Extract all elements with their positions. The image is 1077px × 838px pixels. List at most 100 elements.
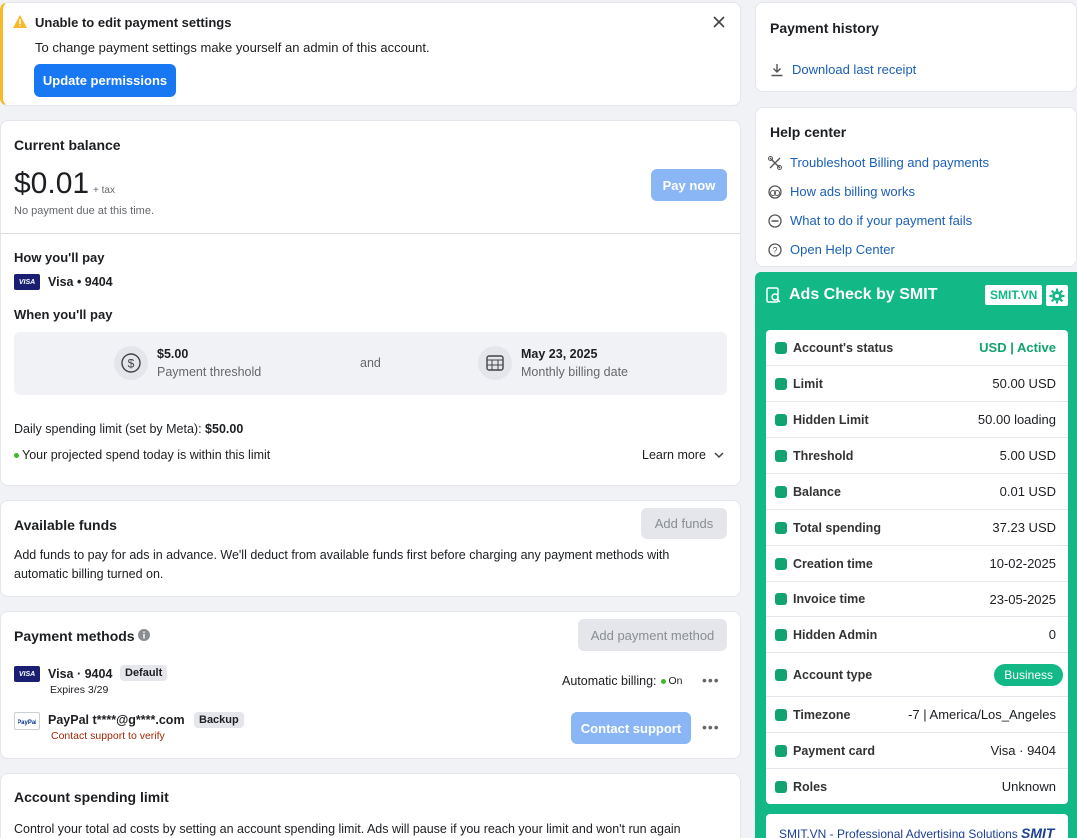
smit-footer-logo: SMIT: [1021, 825, 1055, 838]
smit-value: 0.01 USD: [999, 484, 1056, 499]
smit-row-hidden-limit: Hidden Limit 50.00 loading: [766, 402, 1068, 438]
learn-more-link[interactable]: Learn more: [642, 448, 724, 462]
paypal-more-menu[interactable]: •••: [702, 719, 720, 735]
visa-more-menu[interactable]: •••: [702, 672, 720, 688]
smit-ads-check-panel: Ads Check by SMIT SMIT.VN Account's stat…: [755, 272, 1077, 838]
smit-row-creation-time: Creation time 10-02-2025: [766, 546, 1068, 582]
smit-label: Balance: [793, 484, 841, 499]
smit-value: 23-05-2025: [989, 591, 1057, 607]
visa-method-name: Visa · 9404: [48, 667, 113, 681]
smit-footer-text: SMIT.VN - Professional Advertising Solut…: [779, 827, 1018, 838]
balance-icon: [775, 485, 787, 498]
smit-label: Total spending: [793, 520, 881, 535]
smit-value: 10-02-2025: [989, 556, 1057, 571]
close-icon[interactable]: [713, 16, 725, 28]
download-icon: [771, 63, 783, 76]
warning-banner: Unable to edit payment settings To chang…: [0, 2, 741, 106]
daily-limit-text: Daily spending limit (set by Meta): $50.…: [14, 422, 244, 436]
smit-label: Hidden Admin: [793, 627, 878, 642]
smit-row-limit: Limit 50.00 USD: [766, 366, 1068, 402]
settings-gear-icon[interactable]: [1046, 285, 1068, 306]
creation-time-icon: [775, 557, 787, 570]
chevron-down-icon: [714, 451, 724, 458]
account-type-icon: [775, 668, 787, 681]
status-dot: [14, 453, 19, 459]
update-permissions-button[interactable]: Update permissions: [34, 64, 176, 97]
account-spending-limit-card: Account spending limit Control your tota…: [0, 773, 741, 838]
timezone-icon: [775, 708, 787, 721]
smit-row-total-spending: Total spending 37.23 USD: [766, 510, 1068, 546]
roles-icon: [775, 780, 787, 793]
add-payment-method-button[interactable]: Add payment method: [578, 619, 727, 651]
smit-row-hidden-admin: Hidden Admin 0: [766, 617, 1068, 653]
pay-now-button[interactable]: Pay now: [651, 169, 727, 201]
minus-circle-icon: [768, 213, 782, 228]
balance-heading: Current balance: [14, 137, 121, 153]
billing-icon: [768, 184, 782, 199]
backup-badge: Backup: [194, 712, 244, 728]
help-item-billing[interactable]: How ads billing works: [768, 184, 915, 199]
smit-row-invoice-time: Invoice time 23-05-2025: [766, 582, 1068, 617]
smit-value: -7 | America/Los_Angeles: [908, 707, 1056, 722]
hidden-limit-icon: [775, 413, 787, 426]
smit-label: Creation time: [793, 556, 873, 571]
calendar-icon: [478, 346, 512, 380]
billing-date-value: May 23, 2025: [521, 347, 598, 361]
paypal-icon: PayPal: [14, 712, 40, 730]
smit-label: Limit: [793, 376, 823, 391]
payment-card-icon: [775, 744, 787, 757]
smit-value: 50.00 loading: [977, 412, 1056, 427]
payment-methods-heading: Payment methods: [14, 628, 135, 644]
balance-tax: + tax: [93, 185, 115, 196]
default-badge: Default: [120, 665, 168, 681]
smit-row-account-status: Account's status USD | Active: [766, 330, 1068, 366]
smit-value: USD | Active: [979, 340, 1056, 355]
contact-support-button[interactable]: Contact support: [571, 712, 691, 744]
smit-label: Roles: [793, 779, 828, 794]
smit-row-account-type: Account type Business: [766, 653, 1068, 697]
invoice-time-icon: [775, 593, 787, 605]
smit-row-timezone: Timezone -7 | America/Los_Angeles: [766, 697, 1068, 733]
svg-text:$: $: [128, 357, 135, 371]
funds-heading: Available funds: [14, 517, 117, 533]
warning-message: To change payment settings make yourself…: [35, 40, 430, 55]
smit-value: 5.00 USD: [999, 448, 1056, 463]
current-balance-card: Current balance $0.01 + tax No payment d…: [0, 120, 741, 486]
funds-description: Add funds to pay for ads in advance. We'…: [14, 548, 670, 581]
account-status-icon: [775, 341, 787, 354]
threshold-label: Payment threshold: [157, 365, 262, 379]
daily-limit-value: $50.00: [205, 422, 244, 436]
visa-expires: Expires 3/29: [50, 684, 109, 696]
svg-text:?: ?: [772, 245, 777, 255]
help-item-troubleshoot[interactable]: Troubleshoot Billing and payments: [768, 155, 989, 170]
smit-footer: SMIT.VN - Professional Advertising Solut…: [766, 814, 1068, 838]
threshold-coin-icon: $: [114, 346, 148, 380]
and-label: and: [360, 356, 381, 370]
when-you-pay-heading: When you'll pay: [14, 307, 113, 322]
help-center-card: Help center Troubleshoot Billing and pay…: [755, 107, 1077, 267]
spending-limit-heading: Account spending limit: [14, 789, 169, 805]
smit-value: Unknown: [1001, 779, 1056, 794]
svg-text:PayPal: PayPal: [18, 720, 36, 726]
smit-value: 50.00 USD: [992, 376, 1056, 391]
smit-value: Visa · 9404: [990, 743, 1056, 758]
smit-row-balance: Balance 0.01 USD: [766, 474, 1068, 510]
payment-methods-card: Payment methods Add payment method VISA …: [0, 611, 741, 759]
smit-label: Account type: [793, 667, 873, 682]
help-item-payment-fails[interactable]: What to do if your payment fails: [768, 213, 972, 228]
pay-card-label: Visa • 9404: [48, 275, 113, 289]
download-receipt-link[interactable]: Download last receipt: [770, 62, 916, 77]
smit-value: Business: [994, 663, 1063, 686]
smit-label: Hidden Limit: [793, 412, 869, 427]
smit-row-roles: Roles Unknown: [766, 769, 1068, 804]
warning-title: Unable to edit payment settings: [35, 15, 232, 30]
help-item-open-center[interactable]: ? Open Help Center: [768, 242, 895, 257]
smit-data-table: Account's status USD | Active Limit 50.00 U…: [766, 330, 1068, 804]
smit-badge[interactable]: SMIT.VN: [985, 285, 1043, 305]
smit-title: Ads Check by SMIT: [789, 286, 938, 303]
projected-spend-text: Your projected spend today is within thi…: [14, 448, 270, 462]
smit-label: Threshold: [793, 448, 854, 463]
smit-value: 37.23 USD: [992, 520, 1056, 535]
add-funds-button[interactable]: Add funds: [641, 508, 727, 539]
info-icon[interactable]: [138, 629, 150, 641]
